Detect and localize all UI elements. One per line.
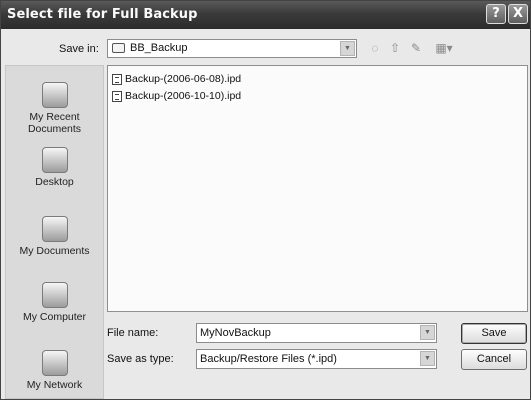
save-as-type-label: Save as type: (107, 353, 174, 365)
help-button[interactable]: ? (486, 4, 506, 24)
file-name: Backup-(2006-06-08).ipd (125, 73, 242, 85)
close-button[interactable]: X (508, 4, 528, 24)
title-bar[interactable]: Select file for Full Backup ? X (1, 1, 530, 29)
folder-icon (112, 43, 125, 53)
back-icon[interactable]: ◌ (367, 39, 383, 57)
save-as-type-value: Backup/Restore Files (*.ipd) (200, 353, 337, 365)
place-label: My Recent Documents (27, 111, 82, 135)
save-in-value: BB_Backup (130, 42, 188, 54)
document-icon (112, 91, 122, 102)
place-my-documents[interactable]: My Documents (6, 216, 103, 257)
file-name-value: MyNovBackup (200, 327, 271, 339)
new-folder-icon[interactable]: ✎ (407, 39, 425, 57)
desktop-icon (41, 147, 68, 173)
file-name-field[interactable]: MyNovBackup ▼ (196, 323, 437, 343)
place-recent-documents[interactable]: My Recent Documents (6, 82, 103, 135)
place-desktop[interactable]: Desktop (6, 147, 103, 188)
places-bar: My Recent Documents Desktop My Documents… (5, 65, 104, 399)
place-label: My Computer (22, 311, 86, 323)
save-as-type-dropdown[interactable]: Backup/Restore Files (*.ipd) ▼ (196, 349, 437, 369)
place-label: My Documents (19, 245, 90, 257)
views-menu-icon[interactable]: ▦▾ (431, 39, 457, 57)
place-my-computer[interactable]: My Computer (6, 282, 103, 323)
my-computer-icon (41, 282, 68, 308)
recent-documents-icon (41, 82, 68, 108)
save-in-dropdown[interactable]: BB_Backup ▼ (107, 39, 357, 58)
cancel-button[interactable]: Cancel (461, 349, 527, 370)
place-my-network[interactable]: My Network (6, 350, 103, 391)
chevron-down-icon[interactable]: ▼ (340, 41, 355, 56)
file-name: Backup-(2006-10-10).ipd (125, 90, 242, 102)
up-folder-icon[interactable]: ⇧ (387, 39, 403, 57)
chevron-down-icon[interactable]: ▼ (420, 351, 435, 366)
my-network-icon (41, 350, 68, 376)
chevron-down-icon[interactable]: ▼ (420, 325, 435, 340)
place-label: Desktop (35, 176, 74, 188)
save-in-label: Save in: (59, 43, 99, 55)
my-documents-icon (41, 216, 68, 242)
document-icon (112, 74, 122, 85)
save-file-dialog: Select file for Full Backup ? X Save in:… (0, 0, 531, 400)
dialog-title: Select file for Full Backup (7, 7, 198, 22)
file-name-label: File name: (107, 327, 159, 339)
file-list[interactable]: Backup-(2006-06-08).ipd Backup-(2006-10-… (107, 65, 528, 312)
place-label: My Network (26, 379, 83, 391)
save-button[interactable]: Save (461, 323, 527, 344)
